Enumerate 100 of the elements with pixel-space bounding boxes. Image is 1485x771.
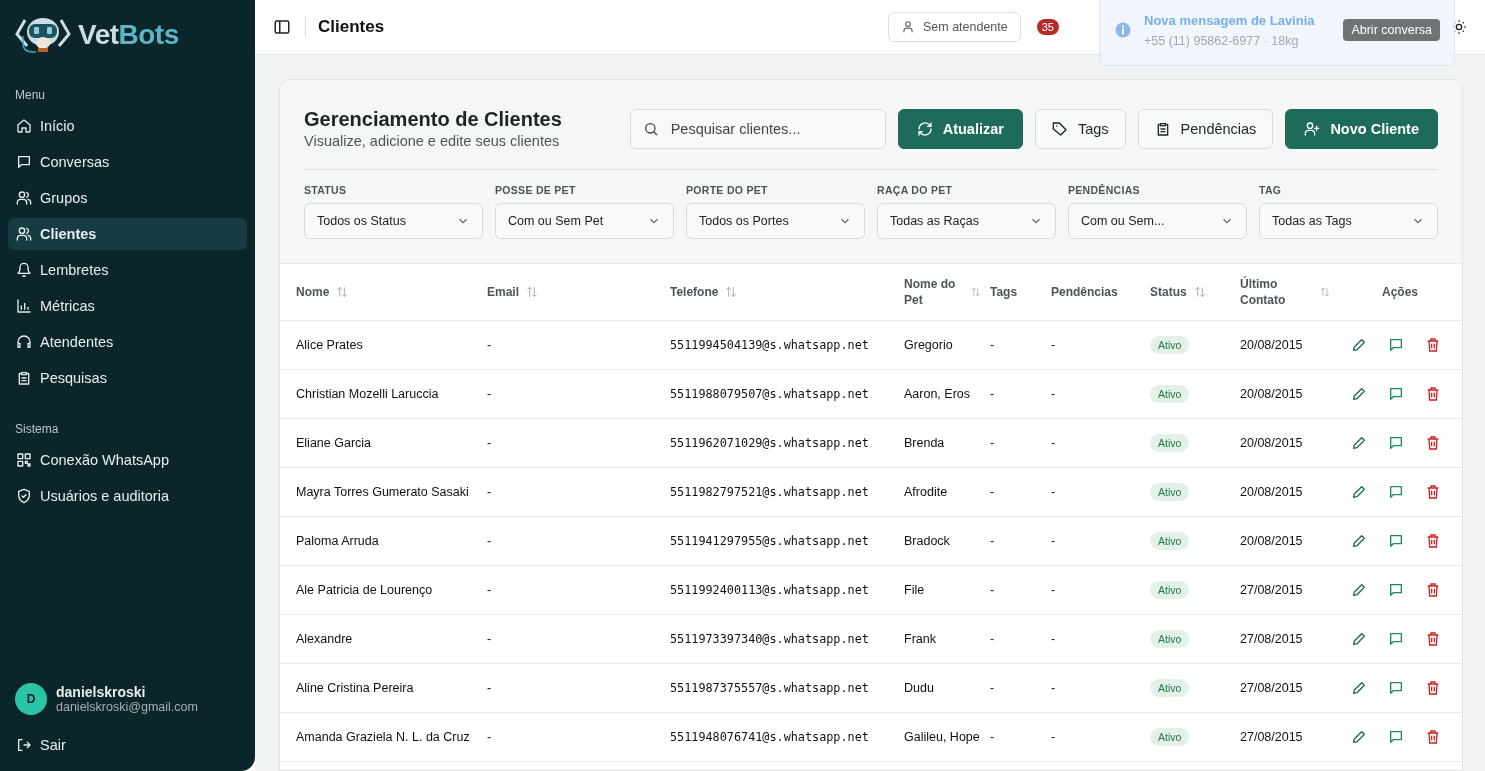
column-header[interactable]: Tags <box>990 284 1018 300</box>
sidebar-item[interactable]: Usuários e auditoria <box>8 480 247 512</box>
edit-icon[interactable] <box>1351 435 1367 451</box>
tag-icon <box>1051 120 1068 137</box>
people-icon <box>16 190 32 206</box>
qr-code-icon <box>16 452 32 468</box>
speech-bubble-icon[interactable] <box>1388 337 1404 353</box>
speech-bubble-icon[interactable] <box>1388 386 1404 402</box>
edit-icon[interactable] <box>1351 533 1367 549</box>
sidebar-item[interactable]: Conversas <box>8 146 247 178</box>
speech-bubble-icon[interactable] <box>1388 680 1404 696</box>
delete-icon[interactable] <box>1425 631 1441 647</box>
table-cell: - <box>487 729 492 745</box>
edit-icon[interactable] <box>1351 484 1367 500</box>
toolbar-button[interactable]: Atualizar <box>897 108 1023 149</box>
sidebar-item[interactable]: Pesquisas <box>8 362 247 394</box>
table-cell: - <box>990 484 995 500</box>
delete-icon[interactable] <box>1425 582 1441 598</box>
column-header[interactable]: Pendências <box>1051 284 1118 300</box>
speech-bubble-icon[interactable] <box>1388 484 1404 500</box>
column-header[interactable]: Status <box>1150 284 1207 300</box>
table-cell: - <box>1051 729 1056 745</box>
toolbar-button[interactable]: Tags <box>1034 108 1126 149</box>
filter-label: POSSE DE PET <box>495 184 577 196</box>
date-cell: 27/08/2015 <box>1240 729 1303 745</box>
speech-bubble-icon[interactable] <box>1388 533 1404 549</box>
column-header[interactable]: Nome do Pet <box>904 276 982 308</box>
filter-select[interactable]: Todas as Tags <box>1259 203 1438 239</box>
filter-select[interactable]: Todas as Raças <box>877 203 1056 239</box>
user-avatar: D <box>15 683 47 715</box>
sort-icon <box>525 285 539 299</box>
pet-name: Afrodite <box>904 484 948 500</box>
client-name: Alice Prates <box>296 337 363 353</box>
filter-select[interactable]: Com ou Sem... <box>1068 203 1247 239</box>
table-cell: - <box>990 631 995 647</box>
sidebar-item[interactable]: Clientes <box>8 218 247 250</box>
sidebar-item[interactable]: Conexão WhatsApp <box>8 444 247 476</box>
edit-icon[interactable] <box>1351 680 1367 696</box>
column-header[interactable]: Telefone <box>670 284 739 300</box>
table-cell: - <box>990 582 995 598</box>
filter-select[interactable]: Todos os Portes <box>686 203 865 239</box>
user-name: danielskroski <box>56 684 147 700</box>
person-icon <box>900 20 915 34</box>
date-cell: 20/08/2015 <box>1240 435 1303 451</box>
filter-select[interactable]: Todos os Status <box>304 203 483 239</box>
phone-cell: 5511962071029@s.whatsapp.net <box>670 435 869 451</box>
edit-icon[interactable] <box>1351 631 1367 647</box>
status-badge: Ativo <box>1150 532 1190 550</box>
toast-subtitle: +55 (11) 95862-6977 · 18kg <box>1144 33 1300 48</box>
sidebar-item[interactable]: Grupos <box>8 182 247 214</box>
date-cell: 20/08/2015 <box>1240 484 1303 500</box>
toolbar-button[interactable]: Pendências <box>1137 108 1274 149</box>
column-header[interactable]: Ações <box>1382 284 1418 300</box>
column-header[interactable]: Último Contato <box>1240 276 1331 308</box>
open-conversation-button[interactable]: Abrir conversa <box>1343 19 1440 41</box>
client-name: Amanda Graziela N. L. da Cruz <box>296 729 470 745</box>
section-heading: Gerenciamento de Clientes <box>304 108 563 131</box>
pet-name: Dudu <box>904 680 934 696</box>
search-field[interactable]: Pesquisar clientes... <box>629 108 886 149</box>
sidebar-item[interactable]: Métricas <box>8 290 247 322</box>
edit-icon[interactable] <box>1351 582 1367 598</box>
speech-bubble-icon[interactable] <box>1388 729 1404 745</box>
table-cell: - <box>1051 582 1056 598</box>
sidebar-item[interactable]: Atendentes <box>8 326 247 358</box>
edit-icon[interactable] <box>1351 729 1367 745</box>
speech-bubble-icon[interactable] <box>1388 582 1404 598</box>
brand-name: VetBots <box>78 19 179 51</box>
table-cell: - <box>1051 337 1056 353</box>
delete-icon[interactable] <box>1425 337 1441 353</box>
phone-cell: 5511973397340@s.whatsapp.net <box>670 631 869 647</box>
table-cell: - <box>990 386 995 402</box>
delete-icon[interactable] <box>1425 680 1441 696</box>
column-header[interactable]: Nome <box>296 284 350 300</box>
delete-icon[interactable] <box>1425 729 1441 745</box>
delete-icon[interactable] <box>1425 533 1441 549</box>
toolbar-button[interactable]: Novo Cliente <box>1285 108 1438 149</box>
filter-label: PENDÊNCIAS <box>1068 184 1141 196</box>
sort-icon <box>1319 285 1331 299</box>
status-badge: Ativo <box>1150 728 1190 746</box>
speech-bubble-icon[interactable] <box>1388 435 1404 451</box>
filter-select[interactable]: Com ou Sem Pet <box>495 203 674 239</box>
edit-icon[interactable] <box>1351 337 1367 353</box>
edit-icon[interactable] <box>1351 386 1367 402</box>
sidebar-item[interactable]: Início <box>8 110 247 142</box>
delete-icon[interactable] <box>1425 386 1441 402</box>
filter-label: TAG <box>1259 184 1283 196</box>
table-cell: - <box>487 582 492 598</box>
speech-bubble-icon[interactable] <box>1388 631 1404 647</box>
delete-icon[interactable] <box>1425 435 1441 451</box>
table-cell: - <box>487 533 492 549</box>
section-subtitle: Visualize, adicione e edite seus clientes <box>304 133 561 149</box>
client-name: Paloma Arruda <box>296 533 379 549</box>
status-badge: Ativo <box>1150 434 1190 452</box>
client-name: Ale Patricia de Lourenço <box>296 582 433 598</box>
logout-link[interactable]: Sair <box>8 729 247 761</box>
filter-label: PORTE DO PET <box>686 184 769 196</box>
delete-icon[interactable] <box>1425 484 1441 500</box>
attendant-select[interactable]: Sem atendente <box>887 12 1021 42</box>
sidebar-item[interactable]: Lembretes <box>8 254 247 286</box>
column-header[interactable]: Email <box>487 284 539 300</box>
